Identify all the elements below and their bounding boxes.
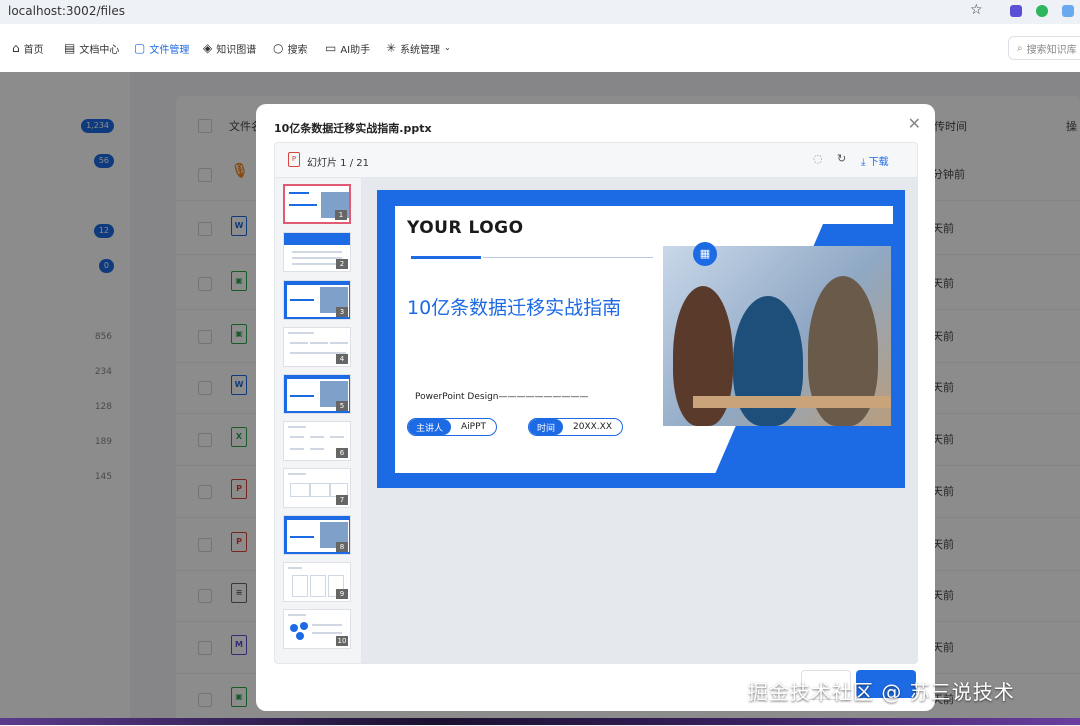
rotate-icon[interactable]: ↻ xyxy=(837,152,846,165)
watermark: 掘金技术社区 @ 苏三说技术 xyxy=(748,680,1015,704)
slide-thumbnail[interactable]: 5 xyxy=(283,374,351,414)
search-placeholder: 搜索知识库 xyxy=(1026,44,1077,56)
slide-canvas: ▦ YOUR LOGO 10亿条数据迁移实战指南 PowerPoint Desi… xyxy=(395,206,893,473)
slide-thumbnail[interactable]: 3 xyxy=(283,280,351,320)
ppt-viewer: P 幻灯片 1 / 21 ◌ ↻ ⤓ 下载 1 2 3 4 5 6 7 8 9 … xyxy=(274,142,918,664)
settings-icon: ✳ xyxy=(386,41,397,55)
slide-thumbnail[interactable]: 2 xyxy=(283,232,351,272)
pill-value: AiPPT xyxy=(461,422,487,432)
pill-key: 主讲人 xyxy=(408,419,452,435)
thumbnail-number: 2 xyxy=(336,259,348,269)
download-label: 下载 xyxy=(868,157,889,168)
browser-address-bar[interactable]: localhost:3002/files ☆ xyxy=(0,0,1080,24)
nav-item-knowledge-graph[interactable]: ◈ 知识图谱 xyxy=(203,24,256,72)
viewer-toolbar: P 幻灯片 1 / 21 ◌ ↻ ⤓ 下载 xyxy=(275,143,917,178)
calendar-icon: ▦ xyxy=(693,242,717,266)
download-icon: ⤓ xyxy=(861,157,866,168)
slide-thumbnail[interactable]: 7 xyxy=(283,468,351,508)
extension-icon[interactable] xyxy=(1062,5,1074,17)
nav-label: 知识图谱 xyxy=(216,44,257,56)
nav-label: 文件管理 xyxy=(149,44,190,56)
nav-item-ai-assistant[interactable]: ▭ AI助手 xyxy=(325,24,370,72)
thumbnail-number: 6 xyxy=(336,448,348,458)
slide-thumbnail[interactable]: 1 xyxy=(283,184,351,224)
nav-item-documents[interactable]: ▤ 文档中心 xyxy=(64,24,119,72)
thumbnail-number: 9 xyxy=(336,589,348,599)
file-icon: ▢ xyxy=(134,41,146,55)
slide-thumbnail[interactable]: 8 xyxy=(283,515,351,555)
close-icon[interactable]: ✕ xyxy=(908,116,921,132)
slide-counter: 幻灯片 1 / 21 xyxy=(307,158,369,169)
document-icon: ▤ xyxy=(64,41,76,55)
thumbnail-number: 4 xyxy=(336,354,348,364)
home-icon: ⌂ xyxy=(12,41,20,55)
url-text[interactable]: localhost:3002/files xyxy=(8,4,125,18)
thumbnail-number: 8 xyxy=(336,542,348,552)
chat-icon: ▭ xyxy=(325,41,337,55)
nav-label: 系统管理 xyxy=(400,44,441,56)
slide-subtitle: PowerPoint Design—————————— xyxy=(415,392,589,402)
slide-thumbnail[interactable]: 9 xyxy=(283,562,351,602)
search-input[interactable]: ⌕ 搜索知识库 xyxy=(1008,36,1080,60)
os-dock xyxy=(0,718,1080,725)
file-preview-modal: 10亿条数据迁移实战指南.pptx ✕ P 幻灯片 1 / 21 ◌ ↻ ⤓ 下… xyxy=(256,104,935,711)
slide-preview: ▦ YOUR LOGO 10亿条数据迁移实战指南 PowerPoint Desi… xyxy=(377,190,905,488)
modal-title: 10亿条数据迁移实战指南.pptx xyxy=(274,122,432,135)
thumbnail-number: 3 xyxy=(336,307,348,317)
thumbnail-number: 5 xyxy=(336,401,348,411)
comment-icon[interactable]: ◌ xyxy=(813,152,823,165)
photo-table xyxy=(693,396,891,408)
slide-thumbnail[interactable]: 4 xyxy=(283,327,351,367)
extension-icon[interactable] xyxy=(1010,5,1022,17)
pill-key: 时间 xyxy=(529,419,564,435)
slide-headline: 10亿条数据迁移实战指南 xyxy=(407,297,622,319)
thumbnail-number: 10 xyxy=(336,636,348,646)
nav-item-files[interactable]: ▢ 文件管理 xyxy=(134,24,189,72)
nav-item-home[interactable]: ⌂ 首页 xyxy=(12,24,44,72)
pill-value: 20XX.XX xyxy=(573,422,612,432)
slide-logo: YOUR LOGO xyxy=(407,218,524,238)
nav-label: AI助手 xyxy=(340,44,371,56)
thumbnail-number: 1 xyxy=(335,210,347,220)
slide-thumbnail[interactable]: 6 xyxy=(283,421,351,461)
nav-label: 搜索 xyxy=(287,44,308,56)
search-icon: ○ xyxy=(273,41,284,55)
time-pill: 时间 20XX.XX xyxy=(528,418,623,436)
nav-item-system[interactable]: ✳ 系统管理 ⌄ xyxy=(386,24,451,72)
slide-accent-bar xyxy=(411,256,481,259)
nav-item-search[interactable]: ○ 搜索 xyxy=(273,24,307,72)
chevron-down-icon: ⌄ xyxy=(444,43,451,52)
thumbnail-number: 7 xyxy=(336,495,348,505)
slide-photo xyxy=(663,246,891,426)
slide-thumbnail[interactable]: 10 xyxy=(283,609,351,649)
graph-icon: ◈ xyxy=(203,41,213,55)
top-navigation: ⌂ 首页 ▤ 文档中心 ▢ 文件管理 ◈ 知识图谱 ○ 搜索 ▭ AI助手 ✳ 系统管理 ⌄ ⌕… xyxy=(0,24,1080,73)
extension-icon[interactable] xyxy=(1036,5,1048,17)
bookmark-star-icon[interactable]: ☆ xyxy=(970,2,983,18)
nav-label: 文档中心 xyxy=(79,44,120,56)
download-button[interactable]: ⤓ 下载 xyxy=(861,153,889,168)
nav-label: 首页 xyxy=(23,44,44,56)
slide-divider xyxy=(483,257,653,258)
speaker-pill: 主讲人 AiPPT xyxy=(407,418,498,436)
search-icon: ⌕ xyxy=(1017,42,1023,54)
ppt-file-icon: P xyxy=(288,152,300,167)
thumbnail-panel[interactable]: 1 2 3 4 5 6 7 8 9 10 xyxy=(275,178,362,663)
